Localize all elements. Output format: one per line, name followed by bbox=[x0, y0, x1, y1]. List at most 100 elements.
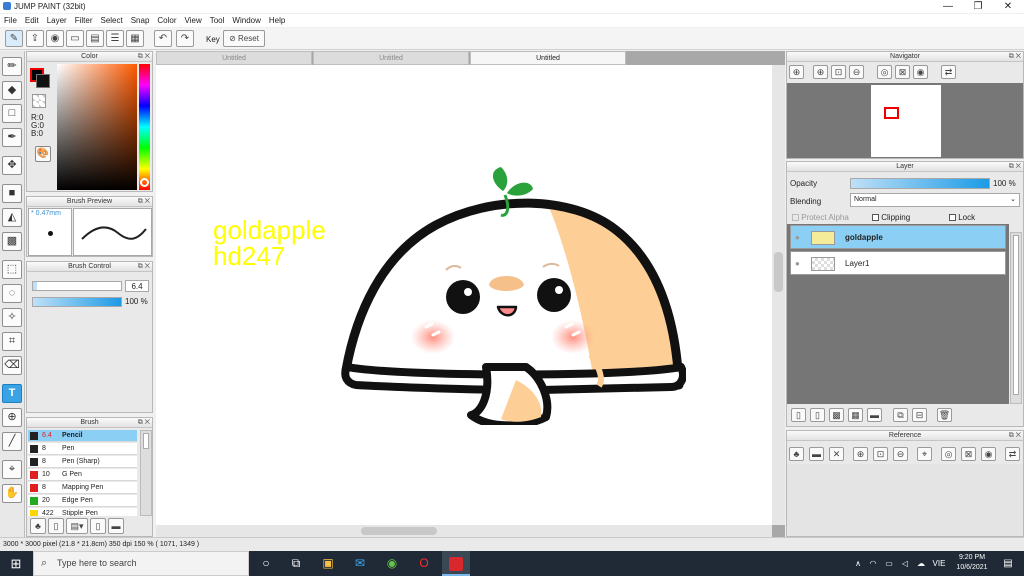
brush-item-6[interactable]: 422 Stipple Pen bbox=[28, 508, 137, 516]
menu-snap[interactable]: Snap bbox=[127, 14, 154, 27]
menu-window[interactable]: Window bbox=[228, 14, 264, 27]
flip-icon[interactable]: ⇄ bbox=[941, 65, 956, 79]
ref-load-icon[interactable]: ♣ bbox=[789, 447, 804, 461]
navigator-thumbnail[interactable] bbox=[871, 85, 941, 157]
panel-buttons-icon[interactable]: ⧉ ✕ bbox=[1009, 163, 1021, 171]
brush-item-3[interactable]: 10 G Pen bbox=[28, 469, 137, 481]
operation-tool-icon[interactable]: ⊕ bbox=[2, 408, 22, 427]
tray-chevron-icon[interactable]: ∧ bbox=[852, 551, 864, 576]
vertical-scrollbar[interactable] bbox=[772, 65, 785, 525]
menu-layer[interactable]: Layer bbox=[43, 14, 71, 27]
notification-icon[interactable]: ▤ bbox=[998, 551, 1018, 576]
eyedropper-tool-icon[interactable]: ⌖ bbox=[2, 460, 22, 479]
brush-item-5[interactable]: 20 Edge Pen bbox=[28, 495, 137, 507]
close-button[interactable]: ✕ bbox=[993, 0, 1023, 13]
new-layer-icon[interactable]: ▯ bbox=[791, 408, 806, 422]
ref-eyedropper-icon[interactable]: ⌖ bbox=[917, 447, 932, 461]
brush-item-4[interactable]: 8 Mapping Pen bbox=[28, 482, 137, 494]
select-eraser-tool-icon[interactable]: ⌫ bbox=[2, 356, 22, 375]
mail-icon[interactable]: ✉ bbox=[346, 551, 374, 576]
layer-row-goldapple[interactable]: ● goldapple bbox=[790, 225, 1006, 249]
bucket-tool-icon[interactable]: ◭ bbox=[2, 208, 22, 227]
brush-new-icon[interactable]: ▯ bbox=[48, 518, 64, 534]
select-rect-tool-icon[interactable]: ⬚ bbox=[2, 260, 22, 279]
menu-color[interactable]: Color bbox=[153, 14, 180, 27]
zoom-minus-icon[interactable]: ⊖ bbox=[849, 65, 864, 79]
rotate-icon[interactable]: ◎ bbox=[877, 65, 892, 79]
brush-scroll-thumb[interactable] bbox=[143, 433, 149, 449]
rotate-right-icon[interactable]: ◉ bbox=[913, 65, 928, 79]
transparent-color-swatch[interactable] bbox=[32, 94, 46, 108]
layer-row-layer1[interactable]: ● Layer1 bbox=[790, 251, 1006, 275]
hand-tool-icon[interactable]: ✋ bbox=[2, 484, 22, 503]
reset-button[interactable]: ⊘ Reset bbox=[223, 30, 265, 47]
new-halftone-layer-icon[interactable]: ▩ bbox=[829, 408, 844, 422]
visibility-icon[interactable]: ● bbox=[795, 226, 800, 250]
menu-help[interactable]: Help bbox=[265, 14, 289, 27]
minimize-button[interactable]: — bbox=[933, 0, 963, 13]
list-icon[interactable]: ☰ bbox=[106, 30, 124, 47]
wifi-icon[interactable]: ◠ bbox=[866, 551, 880, 576]
language-indicator[interactable]: VIE bbox=[930, 551, 948, 576]
zoom-plus-icon[interactable]: ⊕ bbox=[813, 65, 828, 79]
ref-zoom-out-icon[interactable]: ⊖ bbox=[893, 447, 908, 461]
layer-scroll-thumb[interactable] bbox=[1013, 235, 1019, 395]
vertical-scroll-thumb[interactable] bbox=[774, 252, 783, 292]
clipping-option[interactable]: Clipping bbox=[872, 213, 910, 222]
rectangle-tool-icon[interactable]: □ bbox=[2, 104, 22, 123]
speech-icon[interactable]: ▭ bbox=[66, 30, 84, 47]
tab-untitled-2[interactable]: Untitled bbox=[313, 51, 469, 65]
navigator-view[interactable] bbox=[787, 83, 1023, 158]
horizontal-scroll-thumb[interactable] bbox=[361, 527, 437, 535]
brush-menu-icon[interactable]: ▤▾ bbox=[66, 518, 88, 534]
ref-fit-icon[interactable]: ⊡ bbox=[873, 447, 888, 461]
ref-rotate-icon[interactable]: ◎ bbox=[941, 447, 956, 461]
zoom-in-icon[interactable]: ⊕ bbox=[789, 65, 804, 79]
secondary-color-swatch[interactable] bbox=[36, 74, 50, 88]
lock-option[interactable]: Lock bbox=[949, 213, 975, 222]
pen-tool-icon[interactable]: ✒ bbox=[2, 128, 22, 147]
layer-opacity-slider[interactable] bbox=[850, 178, 990, 189]
menu-view[interactable]: View bbox=[181, 14, 206, 27]
horizontal-scrollbar[interactable] bbox=[156, 525, 772, 537]
volume-icon[interactable]: ◁ bbox=[898, 551, 912, 576]
new-1bit-layer-icon[interactable]: ▦ bbox=[848, 408, 863, 422]
ref-reset-icon[interactable]: ⊠ bbox=[961, 447, 976, 461]
blending-select[interactable]: Normal ⌄ bbox=[850, 193, 1020, 207]
magic-wand-tool-icon[interactable]: ✧ bbox=[2, 308, 22, 327]
navigator-viewport[interactable] bbox=[884, 107, 899, 119]
panel-buttons-icon[interactable]: ⧉ ✕ bbox=[1009, 432, 1021, 440]
ref-flip-icon[interactable]: ⇄ bbox=[1005, 447, 1020, 461]
menu-tool[interactable]: Tool bbox=[206, 14, 229, 27]
duplicate-layer-icon[interactable]: ⧉ bbox=[893, 408, 908, 422]
ref-zoom-in-icon[interactable]: ⊕ bbox=[853, 447, 868, 461]
jump-paint-taskbar-icon[interactable] bbox=[442, 551, 470, 576]
lock-checkbox[interactable] bbox=[949, 214, 956, 221]
new-folder-icon[interactable]: ▬ bbox=[867, 408, 882, 422]
panel-buttons-icon[interactable]: ⧉ ✕ bbox=[138, 419, 150, 427]
ref-rotate-right-icon[interactable]: ◉ bbox=[981, 447, 996, 461]
maximize-button[interactable]: ❐ bbox=[963, 0, 993, 13]
export-icon[interactable]: ⇪ bbox=[26, 30, 44, 47]
panel-buttons-icon[interactable]: ⧉ ✕ bbox=[1009, 53, 1021, 61]
browser-icon[interactable]: ◉ bbox=[378, 551, 406, 576]
hue-handle[interactable] bbox=[140, 178, 149, 187]
menu-edit[interactable]: Edit bbox=[21, 14, 43, 27]
delete-layer-icon[interactable]: 🗑 bbox=[937, 408, 952, 422]
eraser-tool-icon[interactable]: ◆ bbox=[2, 81, 22, 100]
visibility-icon[interactable]: ● bbox=[795, 252, 800, 276]
task-view-icon[interactable]: ⧉ bbox=[282, 551, 310, 576]
panel-buttons-icon[interactable]: ⧉ ✕ bbox=[138, 53, 150, 61]
ref-close-icon[interactable]: ✕ bbox=[829, 447, 844, 461]
select-pen-tool-icon[interactable]: ⌗ bbox=[2, 332, 22, 351]
brush-size-value[interactable]: 6.4 bbox=[125, 280, 149, 292]
opera-icon[interactable]: O bbox=[410, 551, 438, 576]
store-icon[interactable]: ▣ bbox=[314, 551, 342, 576]
gradient-tool-icon[interactable]: ▩ bbox=[2, 232, 22, 251]
clock[interactable]: 9:20 PM 10/6/2021 bbox=[950, 551, 994, 576]
fit-icon[interactable]: ⊡ bbox=[831, 65, 846, 79]
brush-opacity-slider[interactable] bbox=[32, 297, 122, 307]
lasso-tool-icon[interactable]: ◌ bbox=[2, 284, 22, 303]
brush-item-2[interactable]: 8 Pen (Sharp) bbox=[28, 456, 137, 468]
hue-slider[interactable] bbox=[139, 64, 150, 190]
